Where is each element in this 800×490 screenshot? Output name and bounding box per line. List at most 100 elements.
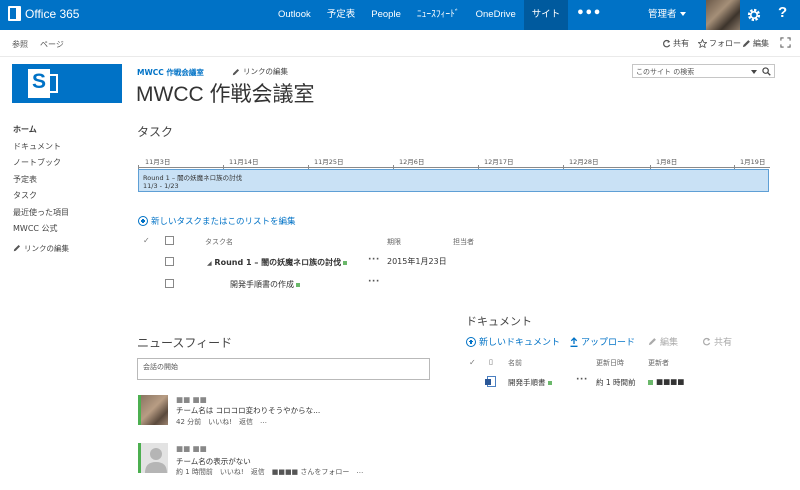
edit-list-link[interactable]: 編集 — [279, 217, 296, 227]
post-time[interactable]: 42 分前 — [176, 417, 201, 427]
column-modified[interactable]: 更新日時 — [596, 358, 624, 368]
timeline-task-bar[interactable]: Round 1 – 闇の妖魔ネロ族の討伐 11/3 - 1/23 — [138, 169, 769, 192]
nav-sites[interactable]: サイト — [523, 0, 569, 30]
new-document-label: 新しいドキュメント — [479, 338, 561, 348]
column-due-date[interactable]: 期限 — [387, 237, 401, 247]
document-modified-by[interactable]: ■■■■ — [648, 377, 684, 386]
share-icon — [663, 39, 671, 48]
new-item-icon — [296, 282, 300, 287]
document-menu-button[interactable]: ··· — [576, 375, 588, 385]
edit-page-button[interactable]: 編集 — [742, 38, 769, 49]
upload-button[interactable]: アップロード — [570, 335, 635, 348]
post-author[interactable]: ■■ ■■ — [176, 444, 207, 453]
nav-item-calendar[interactable]: 予定表 — [13, 172, 69, 189]
start-conversation-input[interactable]: 会話の開始 — [137, 358, 430, 380]
nav-calendar[interactable]: 予定表 — [319, 0, 364, 30]
user-name: 管理者 — [648, 9, 677, 20]
nav-item-mwcc-official[interactable]: MWCC 公式 — [13, 221, 69, 238]
new-item-icon — [343, 260, 348, 265]
help-icon[interactable]: ? — [778, 4, 787, 21]
nav-onedrive[interactable]: OneDrive — [468, 0, 524, 30]
like-link[interactable]: いいね! — [220, 467, 244, 477]
presence-icon — [648, 379, 653, 385]
left-nav: ホーム ドキュメント ノートブック 予定表 タスク 最近使った項目 MWCC 公… — [13, 122, 69, 254]
task-checkbox[interactable] — [165, 257, 174, 266]
tab-browse[interactable]: 参照 — [12, 39, 28, 50]
nav-outlook[interactable]: Outlook — [270, 0, 319, 30]
avatar[interactable] — [138, 443, 168, 473]
tab-page[interactable]: ページ — [40, 39, 64, 50]
checkmark-icon: ✓ — [143, 236, 150, 245]
column-task-name[interactable]: タスク名 — [205, 237, 233, 247]
column-assignee[interactable]: 担当者 — [453, 237, 474, 247]
avatar[interactable] — [706, 0, 740, 30]
nav-item-notebook[interactable]: ノートブック — [13, 155, 69, 172]
focus-content-icon[interactable] — [780, 37, 791, 48]
edit-links-nav-label: リンクの編集 — [24, 243, 69, 253]
avatar[interactable] — [138, 395, 168, 425]
search-input[interactable]: このサイト の検索 — [636, 67, 694, 77]
share-label: 共有 — [673, 39, 689, 48]
timeline-date: 12月28日 — [569, 158, 599, 166]
edit-page-label: 編集 — [753, 39, 769, 48]
search-icon[interactable] — [762, 67, 771, 76]
post-text: チーム名の表示がない — [176, 457, 251, 466]
task-row[interactable]: 開発手順書の作成 — [230, 279, 300, 290]
post-meta: 42 分前 いいね! 返信 … — [176, 417, 267, 427]
collapse-triangle-icon[interactable]: ◢ — [207, 260, 212, 267]
nav-item-documents[interactable]: ドキュメント — [13, 139, 69, 156]
post-time[interactable]: 約 1 時間前 — [176, 467, 213, 477]
post-more-button[interactable]: … — [356, 467, 363, 477]
page-title: MWCC 作戦会議室 — [136, 83, 315, 106]
nav-more-button[interactable]: ••• — [568, 0, 609, 30]
edit-links-nav[interactable]: リンクの編集 — [13, 243, 69, 254]
task-menu-button[interactable]: ··· — [368, 277, 380, 287]
post-more-button[interactable]: … — [260, 417, 267, 427]
chevron-down-icon — [679, 12, 686, 17]
gear-icon[interactable] — [746, 7, 762, 23]
document-row[interactable]: 開発手順書 — [508, 377, 552, 388]
timeline-date: 12月6日 — [399, 158, 425, 166]
nav-item-home[interactable]: ホーム — [13, 122, 69, 139]
breadcrumb[interactable]: MWCC 作戦会議室 — [137, 67, 204, 78]
reply-link[interactable]: 返信 — [239, 417, 253, 427]
pencil-icon — [648, 338, 656, 346]
nav-item-recent[interactable]: 最近使った項目 — [13, 205, 69, 222]
share-document-button[interactable]: 共有 — [702, 335, 732, 348]
column-name[interactable]: 名前 — [508, 358, 522, 368]
timeline-bar-range: 11/3 - 1/23 — [143, 182, 179, 190]
reply-link[interactable]: 返信 — [251, 467, 265, 477]
task-name[interactable]: Round 1 – 闇の妖魔ネロ族の討伐 — [214, 258, 341, 267]
search-box[interactable]: このサイト の検索 — [632, 64, 775, 78]
nav-newsfeed[interactable]: ﾆｭｰｽﾌｨｰﾄﾞ — [409, 0, 468, 30]
new-document-button[interactable]: 新しいドキュメント — [466, 335, 560, 348]
task-row[interactable]: ◢ Round 1 – 闇の妖魔ネロ族の討伐 — [207, 257, 348, 268]
sharepoint-icon: S — [28, 69, 50, 98]
post-author[interactable]: ■■ ■■ — [176, 395, 207, 404]
edit-links-top[interactable]: リンクの編集 — [232, 66, 288, 77]
like-link[interactable]: いいね! — [208, 417, 232, 427]
task-checkbox[interactable] — [165, 279, 174, 288]
follow-button[interactable]: フォロー — [698, 38, 741, 49]
new-item-icon — [547, 381, 552, 385]
checkmark-icon: ✓ — [469, 358, 476, 367]
new-task-label: 新しいタスクまたはこのリストを — [151, 217, 279, 227]
follow-link[interactable]: ■■■■ さんをフォロー — [272, 467, 350, 477]
column-modified-by[interactable]: 更新者 — [648, 358, 669, 368]
site-logo[interactable]: S — [12, 64, 122, 103]
pencil-icon — [13, 244, 21, 252]
select-all-checkbox[interactable] — [165, 236, 174, 245]
new-task-link[interactable]: 新しいタスクまたはこのリストを編集 — [138, 215, 296, 227]
nav-item-tasks[interactable]: タスク — [13, 188, 69, 205]
office365-logo[interactable]: Office 365 — [8, 6, 79, 21]
add-icon — [466, 336, 476, 347]
search-scope-dropdown-icon[interactable] — [751, 70, 757, 74]
follow-label: フォロー — [709, 39, 741, 48]
document-name[interactable]: 開発手順書 — [508, 378, 546, 387]
user-menu[interactable]: 管理者 — [648, 0, 686, 30]
edit-document-button[interactable]: 編集 — [648, 335, 678, 348]
nav-people[interactable]: People — [363, 0, 409, 30]
task-name[interactable]: 開発手順書の作成 — [230, 280, 294, 289]
share-button[interactable]: 共有 — [662, 38, 689, 49]
task-menu-button[interactable]: ··· — [368, 255, 380, 265]
